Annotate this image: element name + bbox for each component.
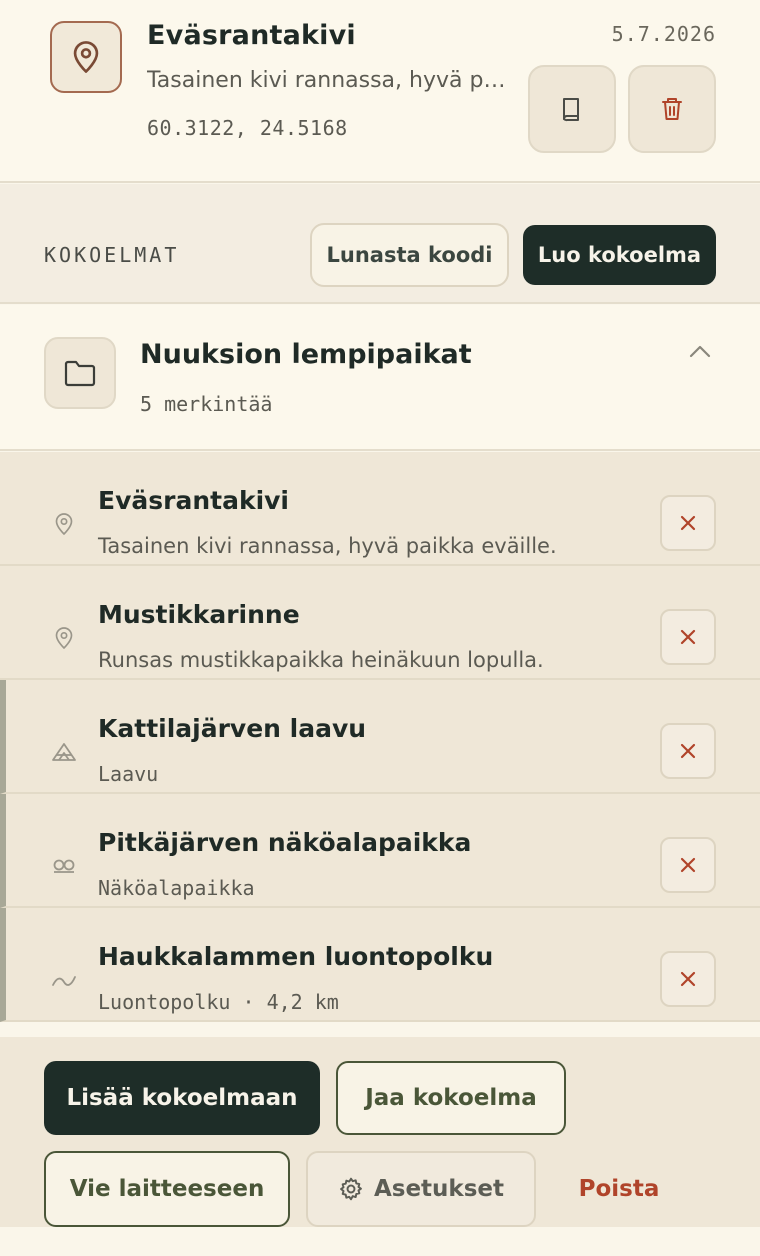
- place-card: Eväsrantakivi Tasainen kivi rannassa, hy…: [0, 0, 760, 183]
- close-icon: [680, 971, 696, 987]
- collection-count: 5 merkintää: [140, 392, 273, 416]
- list-item[interactable]: Haukkalammen luontopolku Luontopolku · 4…: [0, 908, 760, 1022]
- shelter-icon: [50, 738, 78, 766]
- remove-item-button[interactable]: [660, 837, 716, 893]
- gear-icon: [340, 1177, 362, 1201]
- remove-item-button[interactable]: [660, 495, 716, 551]
- collection-header[interactable]: Nuuksion lempipaikat 5 merkintää: [0, 305, 760, 451]
- remove-item-button[interactable]: [660, 723, 716, 779]
- close-icon: [680, 743, 696, 759]
- list-item[interactable]: Pitkäjärven näköalapaikka Näköalapaikka: [0, 794, 760, 908]
- delete-place-button[interactable]: [628, 65, 716, 153]
- export-to-device-button[interactable]: Vie laitteeseen: [44, 1151, 290, 1227]
- collections-label: KOKOELMAT: [44, 243, 180, 267]
- settings-button[interactable]: Asetukset: [306, 1151, 536, 1227]
- remove-item-button[interactable]: [660, 609, 716, 665]
- list-item-title: Pitkäjärven näköalapaikka: [98, 828, 472, 857]
- place-title: Eväsrantakivi: [147, 20, 356, 51]
- remove-item-button[interactable]: [660, 951, 716, 1007]
- collection-name: Nuuksion lempipaikat: [140, 339, 472, 370]
- trash-icon: [662, 98, 682, 120]
- chevron-up-icon[interactable]: [684, 335, 716, 367]
- list-item-title: Eväsrantakivi: [98, 486, 290, 515]
- settings-label: Asetukset: [373, 1176, 505, 1202]
- create-collection-button[interactable]: Luo kokoelma: [523, 225, 716, 285]
- delete-collection-button[interactable]: Poista: [560, 1151, 678, 1227]
- map-pin-icon: [50, 21, 122, 93]
- map-pin-icon: [50, 624, 78, 652]
- share-collection-button[interactable]: Jaa kokoelma: [336, 1061, 566, 1135]
- guide-button[interactable]: [528, 65, 616, 153]
- close-icon: [680, 857, 696, 873]
- list-item[interactable]: Mustikkarinne Runsas mustikkapaikka hein…: [0, 566, 760, 680]
- list-item[interactable]: Eväsrantakivi Tasainen kivi rannassa, hy…: [0, 452, 760, 566]
- list-item-title: Haukkalammen luontopolku: [98, 942, 494, 971]
- redeem-code-button[interactable]: Lunasta koodi: [310, 223, 509, 287]
- place-coordinates: 60.3122, 24.5168: [147, 116, 348, 140]
- list-item-subtitle: Tasainen kivi rannassa, hyvä paikka eväi…: [98, 534, 557, 558]
- collections-bar: KOKOELMAT Lunasta koodi Luo kokoelma: [0, 184, 760, 304]
- list-item-title: Mustikkarinne: [98, 600, 300, 629]
- list-item-subtitle: Näköalapaikka: [98, 876, 255, 900]
- list-item[interactable]: Kattilajärven laavu Laavu: [0, 680, 760, 794]
- list-item-title: Kattilajärven laavu: [98, 714, 367, 743]
- place-date: 5.7.2026: [611, 22, 716, 46]
- add-to-collection-button[interactable]: Lisää kokoelmaan: [44, 1061, 320, 1135]
- trail-icon: [50, 966, 78, 994]
- list-item-subtitle: Luontopolku · 4,2 km: [98, 990, 339, 1014]
- list-item-subtitle: Runsas mustikkapaikka heinäkuun lopulla.: [98, 648, 544, 672]
- map-pin-icon: [50, 510, 78, 538]
- collection-actions: Lisää kokoelmaan Jaa kokoelma Vie laitte…: [0, 1037, 760, 1227]
- book-icon: [563, 98, 579, 122]
- close-icon: [680, 515, 696, 531]
- folder-icon: [44, 337, 116, 409]
- list-item-subtitle: Laavu: [98, 762, 159, 786]
- place-description: Tasainen kivi rannassa, hyvä paikka eväi…: [147, 68, 507, 93]
- close-icon: [680, 629, 696, 645]
- binoculars-icon: [50, 852, 78, 880]
- collection-items-list: Eväsrantakivi Tasainen kivi rannassa, hy…: [0, 452, 760, 1022]
